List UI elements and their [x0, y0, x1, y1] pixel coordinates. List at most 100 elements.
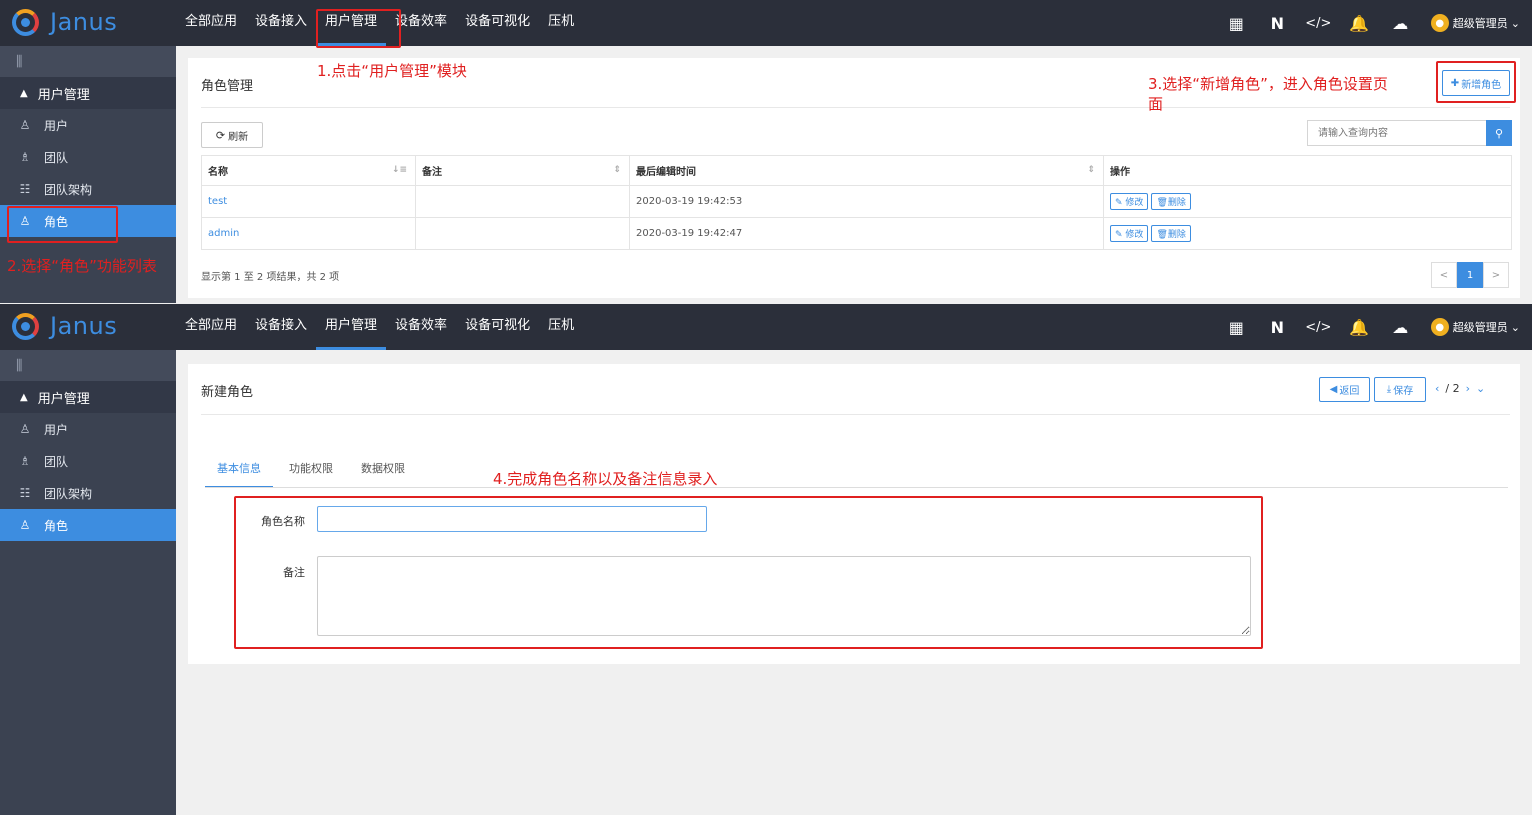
page-prev[interactable]: <: [1431, 262, 1457, 288]
chevron-down-icon: ⌄: [1510, 16, 1520, 30]
sidebar-toggle-icon[interactable]: ⫼: [0, 46, 176, 77]
cloud-icon[interactable]: ☁: [1380, 0, 1421, 46]
user-name: 超级管理员: [1452, 321, 1508, 334]
sidebar-item-team[interactable]: ♗ 团队: [0, 445, 176, 477]
role-table: 名称 ↓≡ 备注 ⇕ 最后编辑时间 ⇕ 操作 test 2020-03-19 19:4…: [201, 155, 1512, 250]
delete-button[interactable]: 🗑删除: [1151, 225, 1191, 242]
sidebar: ⫼ ▲ 用户管理 ♙ 用户 ♗ 团队 ☷ 团队架构 ♙ 角色: [0, 350, 176, 815]
app-logo[interactable]: Janus: [12, 312, 172, 342]
user-menu[interactable]: ● 超级管理员 ⌄: [1430, 14, 1520, 32]
sort-icon: ↓≡: [391, 165, 407, 175]
annotation-step3: 3.选择“新增角色”，进入角色设置页 面: [1148, 74, 1388, 114]
chevron-up-icon: ▲: [20, 391, 28, 403]
grid-icon[interactable]: ▦: [1216, 0, 1257, 46]
toolbar: ▦ N </> 🔔 ☁ ● 超级管理员 ⌄: [1216, 304, 1520, 350]
app-logo[interactable]: Janus: [12, 8, 172, 38]
row-actions: ✎ 修改 🗑删除: [1103, 217, 1512, 250]
page-title: 新建角色: [201, 385, 254, 400]
role-list-screen: Janus 全部应用 设备接入 用户管理 设备效率 设备可视化 压机 ▦ N <…: [0, 0, 1532, 303]
download-icon: ⤓: [1386, 384, 1392, 395]
chevron-up-icon: ▲: [20, 87, 28, 99]
signal-icon[interactable]: N: [1257, 304, 1298, 350]
sidebar-group-label: 用户管理: [37, 87, 90, 103]
nav-press[interactable]: 压机: [539, 304, 583, 350]
sidebar-item-org[interactable]: ☷ 团队架构: [0, 173, 176, 205]
sidebar-item-user[interactable]: ♙ 用户: [0, 109, 176, 141]
role-name-link[interactable]: admin: [201, 217, 416, 250]
signal-icon[interactable]: N: [1257, 0, 1298, 46]
avatar: ●: [1430, 14, 1449, 32]
nav-device-access[interactable]: 设备接入: [246, 304, 316, 350]
annotation-step1: 1.点击“用户管理”模块: [317, 62, 467, 80]
top-bar: Janus 全部应用 设备接入 用户管理 设备效率 设备可视化 压机 ▦ N <…: [0, 0, 1532, 46]
tab-data-permission[interactable]: 数据权限: [349, 452, 417, 488]
col-label: 备注: [422, 167, 442, 178]
sidebar-item-label: 团队: [44, 150, 69, 165]
code-icon[interactable]: </>: [1298, 0, 1339, 46]
sort-icon: ⇕: [613, 165, 621, 175]
delete-label: 删除: [1167, 230, 1186, 240]
chevron-down-icon: ⌄: [1510, 320, 1520, 334]
sidebar-item-label: 团队: [44, 454, 69, 469]
chevron-right-icon[interactable]: ›: [1466, 382, 1470, 395]
back-label: 返回: [1339, 386, 1360, 397]
col-actions: 操作: [1103, 155, 1512, 186]
save-button[interactable]: ⤓ 保存: [1374, 377, 1426, 402]
edit-label: 修改: [1125, 198, 1144, 208]
col-label: 操作: [1110, 167, 1130, 178]
table-row: test 2020-03-19 19:42:53 ✎ 修改 🗑删除: [201, 185, 1512, 218]
annotation-step3-line1: 3.选择“新增角色”，进入角色设置页: [1148, 75, 1388, 93]
back-button[interactable]: ◀ 返回: [1319, 377, 1370, 402]
nav-device-visualization[interactable]: 设备可视化: [456, 304, 539, 350]
refresh-button[interactable]: ⟳ 刷新: [201, 122, 263, 148]
edit-icon: ✎: [1115, 198, 1123, 208]
search-input[interactable]: [1307, 120, 1487, 146]
main-nav: 全部应用 设备接入 用户管理 设备效率 设备可视化 压机: [176, 304, 583, 350]
bell-icon[interactable]: 🔔: [1339, 304, 1380, 350]
delete-button[interactable]: 🗑删除: [1151, 193, 1191, 210]
nav-device-efficiency[interactable]: 设备效率: [386, 304, 456, 350]
code-icon[interactable]: </>: [1298, 304, 1339, 350]
bell-icon[interactable]: 🔔: [1339, 0, 1380, 46]
pagination: < 1 >: [1431, 262, 1509, 288]
sidebar-group-user-management[interactable]: ▲ 用户管理: [0, 381, 176, 413]
col-remark[interactable]: 备注 ⇕: [415, 155, 630, 186]
sidebar-item-team[interactable]: ♗ 团队: [0, 141, 176, 173]
role-name-link[interactable]: test: [201, 185, 416, 218]
edit-button[interactable]: ✎ 修改: [1110, 193, 1149, 210]
org-icon: ☷: [19, 182, 31, 196]
col-time[interactable]: 最后编辑时间 ⇕: [629, 155, 1104, 186]
user-icon: ♙: [19, 118, 31, 132]
sidebar-group-user-management[interactable]: ▲ 用户管理: [0, 77, 176, 109]
nav-user-management[interactable]: 用户管理: [316, 304, 387, 350]
page-current[interactable]: 1: [1457, 262, 1483, 288]
annotation-step2: 2.选择“角色”功能列表: [7, 257, 157, 275]
page-next[interactable]: >: [1483, 262, 1509, 288]
annotation-box-add: [1436, 61, 1516, 103]
role-time: 2020-03-19 19:42:53: [629, 185, 1104, 218]
tab-function-permission[interactable]: 功能权限: [277, 452, 345, 488]
save-label: 保存: [1393, 386, 1414, 397]
edit-icon: ✎: [1115, 230, 1123, 240]
edit-button[interactable]: ✎ 修改: [1110, 225, 1149, 242]
chevron-left-icon[interactable]: ‹: [1435, 382, 1439, 395]
sidebar-item-role[interactable]: ♙ 角色: [0, 509, 176, 541]
search-icon[interactable]: ⚲: [1486, 120, 1512, 146]
nav-all-apps[interactable]: 全部应用: [176, 304, 246, 350]
sort-icon: ⇕: [1087, 165, 1095, 175]
nav-device-visualization[interactable]: 设备可视化: [456, 0, 539, 46]
nav-all-apps[interactable]: 全部应用: [176, 0, 246, 46]
tab-basic-info[interactable]: 基本信息: [205, 452, 273, 488]
user-menu[interactable]: ● 超级管理员 ⌄: [1430, 318, 1520, 336]
sidebar-toggle-icon[interactable]: ⫼: [0, 350, 176, 381]
sidebar-item-user[interactable]: ♙ 用户: [0, 413, 176, 445]
cloud-icon[interactable]: ☁: [1380, 304, 1421, 350]
table-header: 名称 ↓≡ 备注 ⇕ 最后编辑时间 ⇕ 操作: [201, 155, 1512, 186]
sidebar-item-org[interactable]: ☷ 团队架构: [0, 477, 176, 509]
col-name[interactable]: 名称 ↓≡: [201, 155, 416, 186]
grid-icon[interactable]: ▦: [1216, 304, 1257, 350]
nav-device-access[interactable]: 设备接入: [246, 0, 316, 46]
role-icon: ♙: [19, 518, 31, 532]
nav-press[interactable]: 压机: [539, 0, 583, 46]
chevron-down-icon[interactable]: ⌄: [1476, 382, 1485, 395]
